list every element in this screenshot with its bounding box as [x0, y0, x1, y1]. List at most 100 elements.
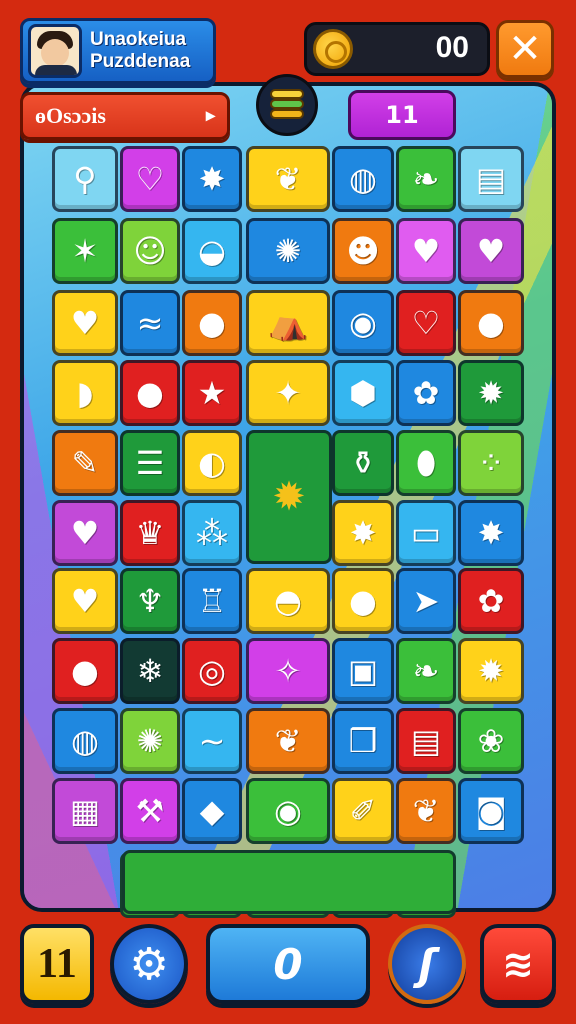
- tile-heart-icon[interactable]: ♥: [396, 218, 456, 284]
- tile-eye-icon[interactable]: ◉: [246, 778, 330, 844]
- tile-candy-icon[interactable]: ✦: [246, 360, 330, 426]
- play-button[interactable]: 0: [206, 924, 370, 1004]
- shop-button[interactable]: ≋: [480, 924, 556, 1004]
- tile-sun-icon[interactable]: ✺: [120, 708, 180, 774]
- tile-helmet-icon[interactable]: ◗: [52, 360, 118, 426]
- boost-button[interactable]: ʃ: [388, 924, 466, 1004]
- sign-icon: ▤: [410, 722, 442, 760]
- crown-icon: ♛: [135, 514, 165, 552]
- tile-onion-icon[interactable]: ●: [52, 638, 118, 704]
- tile-hammer-icon[interactable]: ⚒: [120, 778, 180, 844]
- tile-shell-icon[interactable]: ❦: [246, 146, 330, 212]
- tile-jar-icon[interactable]: ▤: [458, 146, 524, 212]
- level-button[interactable]: 11: [20, 924, 94, 1004]
- heart-outline-icon: ♡: [411, 304, 441, 342]
- tile-heart-icon[interactable]: ♥: [52, 500, 118, 566]
- tile-leaf-icon[interactable]: ❧: [396, 146, 456, 212]
- tile-cookie-icon[interactable]: ✿: [458, 568, 524, 634]
- tile-eye-icon[interactable]: ◉: [332, 290, 394, 356]
- orange-icon: ◐: [198, 444, 226, 482]
- tile-dice-icon[interactable]: ⁘: [458, 430, 524, 496]
- tile-flame-leaf-icon[interactable]: ✶: [52, 218, 118, 284]
- layered-stack-icon[interactable]: [256, 74, 318, 136]
- tile-crate-icon[interactable]: ▦: [52, 778, 118, 844]
- close-button[interactable]: ✕: [496, 20, 554, 78]
- eye-icon: ◉: [349, 304, 377, 342]
- tile-shell-icon[interactable]: ❦: [246, 708, 330, 774]
- tile-sign-icon[interactable]: ▤: [396, 708, 456, 774]
- tile-popsicle-icon[interactable]: ✎: [52, 430, 118, 496]
- tile-potion-icon[interactable]: ⚱: [332, 430, 394, 496]
- tile-ring-icon[interactable]: ◎: [182, 638, 242, 704]
- tile-crown-icon[interactable]: ♛: [120, 500, 180, 566]
- heart-icon: ♥: [70, 514, 100, 552]
- player-card[interactable]: Unaokeiua Puzddenaa: [20, 18, 216, 84]
- tile-ruler-icon[interactable]: ▭: [396, 500, 456, 566]
- tile-camera-icon[interactable]: ◙: [458, 778, 524, 844]
- coin-counter[interactable]: 00: [304, 22, 490, 76]
- tile-tent-icon[interactable]: ⛺: [246, 290, 330, 356]
- tile-melon-icon[interactable]: ◓: [246, 568, 330, 634]
- tile-rocket-icon[interactable]: ✐: [332, 778, 394, 844]
- gear-cluster-icon: ✹: [272, 474, 306, 520]
- dice-icon: ⁘: [477, 444, 505, 482]
- tile-heart-outline-icon[interactable]: ♡: [396, 290, 456, 356]
- tile-wave-icon[interactable]: ≈: [120, 290, 180, 356]
- tile-cube-stack-icon[interactable]: ❒: [332, 708, 394, 774]
- bottom-bar: 11 ⚙ 0 ʃ ≋: [0, 912, 576, 1024]
- tile-pepper-icon[interactable]: ●: [332, 568, 394, 634]
- tile-flower-icon[interactable]: ✿: [396, 360, 456, 426]
- tile-leaf-icon[interactable]: ❧: [396, 638, 456, 704]
- tile-burger-icon[interactable]: ☰: [120, 430, 180, 496]
- tile-hexagon-icon[interactable]: ⬢: [332, 360, 394, 426]
- tile-smiley-icon[interactable]: ☻: [332, 218, 394, 284]
- tile-onion-icon[interactable]: ●: [120, 360, 180, 426]
- tile-bowl-icon[interactable]: ◒: [182, 218, 242, 284]
- tile-lemon-icon[interactable]: ●: [458, 290, 524, 356]
- tile-heart-outline-icon[interactable]: ♡: [120, 146, 180, 212]
- tile-diamond-icon[interactable]: ◆: [182, 778, 242, 844]
- tile-cactus-icon[interactable]: ♆: [120, 568, 180, 634]
- tile-drum-icon[interactable]: ◍: [52, 708, 118, 774]
- tile-heart-icon[interactable]: ♥: [458, 218, 524, 284]
- tile-drum-icon[interactable]: ◍: [332, 146, 394, 212]
- tile-pickle-icon[interactable]: ⬮: [396, 430, 456, 496]
- tile-orange-icon[interactable]: ◐: [182, 430, 242, 496]
- tile-leaf-icon[interactable]: ❦: [396, 778, 456, 844]
- tile-snowflake-icon[interactable]: ❄: [120, 638, 180, 704]
- tile-maple-leaf-icon[interactable]: ✸: [458, 500, 524, 566]
- heart-icon: ♥: [411, 232, 441, 270]
- maple-leaf-icon: ✸: [198, 160, 226, 198]
- tile-sun-icon[interactable]: ✺: [246, 218, 330, 284]
- helmet-icon: ◗: [76, 374, 94, 412]
- tile-grapes-icon[interactable]: ⁂: [182, 500, 242, 566]
- level-banner[interactable]: ɵOsɔɔis ▸: [20, 92, 230, 140]
- player-avatar[interactable]: [28, 24, 82, 78]
- tile-heart-icon[interactable]: ♥: [52, 568, 118, 634]
- heart-outline-icon: ♡: [135, 160, 165, 198]
- tile-arrow-icon[interactable]: ➤: [396, 568, 456, 634]
- heart-icon: ♥: [70, 582, 100, 620]
- big-tile[interactable]: ✹: [246, 430, 332, 564]
- tile-box-icon[interactable]: ▣: [332, 638, 394, 704]
- tile-star-icon[interactable]: ★: [182, 360, 242, 426]
- tile-rose-icon[interactable]: ❀: [458, 708, 524, 774]
- tile-syringe-icon[interactable]: ✧: [246, 638, 330, 704]
- apple-icon: ●: [198, 304, 226, 342]
- tile-heart-icon[interactable]: ♥: [52, 290, 118, 356]
- tile-maple-leaf-icon[interactable]: ✸: [182, 146, 242, 212]
- tile-gear-icon[interactable]: ✹: [458, 360, 524, 426]
- tile-apple-icon[interactable]: ●: [182, 290, 242, 356]
- crate-icon: ▦: [69, 792, 101, 830]
- tile-wave-icon[interactable]: ∼: [182, 708, 242, 774]
- pepper-icon: ●: [349, 582, 377, 620]
- tile-smiley-icon[interactable]: ☺: [120, 218, 180, 284]
- tile-bottle-icon[interactable]: ♖: [182, 568, 242, 634]
- cactus-icon: ♆: [135, 582, 165, 620]
- tile-pin-icon[interactable]: ⚲: [52, 146, 118, 212]
- diamond-icon: ◆: [199, 792, 225, 830]
- settings-button[interactable]: ⚙: [110, 924, 188, 1004]
- ring-icon: ◎: [198, 652, 226, 690]
- tile-burst-icon[interactable]: ✸: [332, 500, 394, 566]
- tile-flame-icon[interactable]: ✹: [458, 638, 524, 704]
